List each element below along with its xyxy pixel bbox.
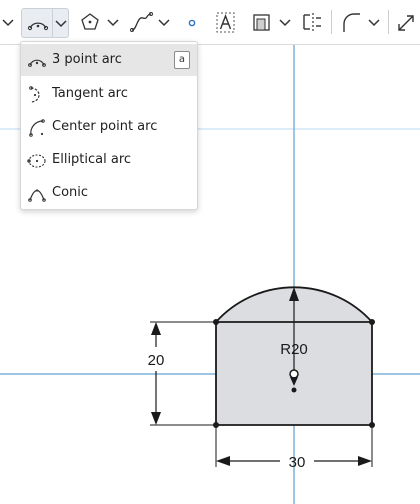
point-tool-button[interactable] — [180, 8, 206, 36]
chevron-down-icon[interactable] — [366, 8, 382, 36]
width-arrow-right — [358, 456, 372, 466]
spline-icon — [130, 12, 153, 32]
transform-tool-button[interactable] — [393, 8, 420, 36]
menu-item-center-point-arc[interactable]: Center point arc — [21, 111, 197, 143]
menu-item-elliptical-arc[interactable]: Elliptical arc — [21, 144, 197, 176]
center-point-arc-icon — [29, 119, 45, 137]
arc-tool-dropdown-chevron-icon[interactable] — [53, 9, 69, 37]
menu-item-label: Elliptical arc — [52, 152, 132, 167]
width-arrow-left — [216, 456, 230, 466]
height-dimension-value[interactable]: 20 — [148, 352, 165, 369]
sketch-toolbar — [0, 0, 420, 45]
use-entity-tool-button[interactable] — [248, 8, 294, 36]
height-arrow-top — [151, 322, 161, 335]
polygon-icon — [81, 13, 99, 30]
use-entity-icon — [253, 14, 270, 31]
point-icon — [188, 19, 196, 27]
sketch-text-icon — [216, 12, 235, 33]
menu-item-label: Tangent arc — [52, 86, 128, 101]
three-point-arc-icon — [27, 22, 49, 31]
toolbar-overflow[interactable] — [0, 8, 16, 36]
fillet-icon — [343, 13, 360, 32]
tangent-arc-icon — [29, 86, 40, 103]
arc-tool-button[interactable] — [21, 8, 69, 38]
keyboard-shortcut-badge: a — [174, 51, 190, 69]
menu-item-three-point-arc[interactable]: 3 point arc a — [21, 44, 197, 76]
toolbar-separator — [331, 10, 332, 34]
menu-item-conic[interactable]: Conic — [21, 177, 197, 209]
height-arrow-bottom — [151, 412, 161, 425]
conic-icon — [28, 189, 46, 202]
arc-center-point[interactable] — [289, 369, 299, 379]
menu-item-label: 3 point arc — [52, 52, 122, 67]
spline-tool-button[interactable] — [127, 8, 173, 36]
mirror-tool-button[interactable] — [299, 8, 327, 36]
three-point-arc-icon — [28, 59, 46, 67]
menu-item-label: Center point arc — [52, 119, 158, 134]
mirror-icon — [303, 13, 321, 31]
width-dimension-value[interactable]: 30 — [289, 454, 306, 471]
vertex-bottom-right[interactable] — [369, 422, 375, 428]
chevron-down-icon[interactable] — [156, 8, 172, 36]
vertex-top-right[interactable] — [369, 319, 375, 325]
sketch-text-tool-button[interactable] — [212, 8, 240, 36]
center-dot — [291, 387, 297, 393]
arc-tool-dropdown-menu: 3 point arc a Tangent arc Center point a… — [20, 41, 198, 210]
menu-item-tangent-arc[interactable]: Tangent arc — [21, 78, 197, 110]
polygon-tool-button[interactable] — [76, 8, 122, 36]
elliptical-arc-icon — [27, 154, 46, 168]
radius-dimension-value[interactable]: R20 — [280, 341, 308, 358]
chevron-down-icon[interactable] — [277, 8, 293, 36]
transform-icon — [398, 15, 414, 31]
chevron-down-icon[interactable] — [105, 8, 121, 36]
fillet-tool-button[interactable] — [337, 8, 383, 36]
toolbar-separator — [388, 10, 389, 34]
chevron-down-icon — [2, 19, 14, 27]
menu-item-label: Conic — [52, 185, 89, 200]
